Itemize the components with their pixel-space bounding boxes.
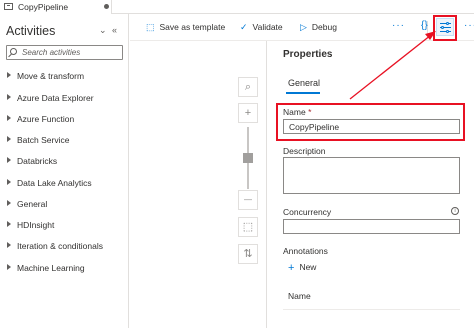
- annotation-arrow-icon: [349, 31, 436, 100]
